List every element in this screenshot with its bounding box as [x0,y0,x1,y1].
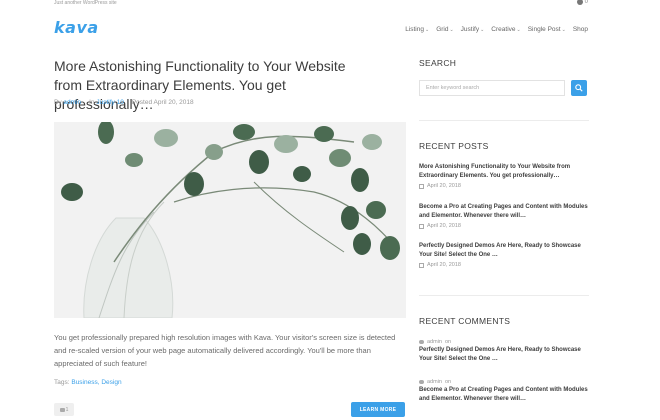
search-widget-title: SEARCH [419,58,457,68]
post-excerpt: You get professionally prepared high res… [54,333,396,368]
comment-icon [419,380,424,384]
nav-item-creative[interactable]: Creative ⌄ [491,26,520,33]
comment-author-line: admin on [419,339,589,345]
date-text: April 20, 2018 [427,223,461,229]
calendar-icon [419,223,424,229]
post-category-meta: In Justify 10 [89,99,124,106]
recent-post-date: April 20, 2018 [419,183,589,189]
nav-label: Listing [405,26,424,33]
nav-item-listing[interactable]: Listing ⌄ [405,26,429,33]
recent-post-title[interactable]: Become a Pro at Creating Pages and Conte… [419,203,589,221]
recent-comment-item: admin on Perfectly Designed Demos Are Her… [419,339,589,364]
comment-post-link[interactable]: Perfectly Designed Demos Are Here, Ready… [419,346,589,364]
comment-icon [419,340,424,344]
calendar-icon [419,262,424,268]
recent-post-title[interactable]: More Astonishing Functionality to Your W… [419,163,589,181]
recent-post-date: April 20, 2018 [419,262,589,268]
comment-post-link[interactable]: Become a Pro at Creating Pages and Conte… [419,386,589,404]
comment-icon [59,407,65,412]
nav-item-shop[interactable]: Shop [573,26,588,33]
eucalyptus-vase-illustration [54,122,406,318]
cart-button[interactable]: 0 [576,0,588,5]
nav-item-justify[interactable]: Justify ⌄ [461,26,485,33]
category-link[interactable]: Justify 10 [96,99,123,106]
recent-comment-item: admin on Become a Pro at Creating Pages a… [419,379,589,404]
recent-post-item[interactable]: Become a Pro at Creating Pages and Conte… [419,203,589,229]
comment-author: admin [427,379,442,385]
main-nav: Listing ⌄ Grid ⌄ Justify ⌄ Creative ⌄ Single… [405,26,588,33]
recent-post-item[interactable]: Perfectly Designed Demos Are Here, Ready… [419,242,589,268]
calendar-icon [419,183,424,189]
widget-divider [419,295,589,296]
nav-item-single-post[interactable]: Single Post ⌄ [528,26,566,33]
site-logo[interactable]: kava [54,18,99,37]
posted-label: Posted [131,99,153,106]
learn-more-button[interactable]: LEARN MORE [351,402,405,417]
tags-links[interactable]: Business, Design [71,379,121,386]
site-tagline: Just another WordPress site [54,0,117,6]
author-link[interactable]: admin [63,99,81,106]
post-author-meta: By admin [54,99,81,106]
recent-comments-title: RECENT COMMENTS [419,316,511,326]
comment-author: admin [427,339,442,345]
nav-label: Grid [436,26,449,33]
comment-count: 1 [65,406,69,413]
recent-post-title[interactable]: Perfectly Designed Demos Are Here, Ready… [419,242,589,260]
recent-posts-title: RECENT POSTS [419,141,489,151]
chevron-down-icon: ⌄ [480,26,485,33]
comment-on-label: on [444,339,452,345]
post-meta: By admin In Justify 10 Posted April 20, … [54,99,194,106]
recent-post-item[interactable]: More Astonishing Functionality to Your W… [419,163,589,189]
date-text: April 20, 2018 [427,262,461,268]
nav-label: Single Post [527,26,561,33]
recent-post-date: April 20, 2018 [419,223,589,229]
by-label: By [54,99,62,106]
cart-count: 0 [584,0,588,5]
comments-button[interactable]: 1 [54,403,74,416]
widget-divider [419,120,589,121]
search-icon [575,84,583,92]
nav-label: Creative [491,26,516,33]
chevron-down-icon: ⌄ [449,26,454,33]
in-label: In [89,99,95,106]
top-bar: Just another WordPress site 0 [54,0,590,10]
post-date-meta: Posted April 20, 2018 [132,99,194,106]
post-date: April 20, 2018 [153,99,194,106]
date-text: April 20, 2018 [427,183,461,189]
comment-on-label: on [444,379,452,385]
chevron-down-icon: ⌄ [561,26,566,33]
comment-author-line: admin on [419,379,589,385]
nav-item-grid[interactable]: Grid ⌄ [436,26,453,33]
cart-icon [576,0,583,5]
chevron-down-icon: ⌄ [424,26,430,33]
search-input[interactable]: Enter keyword search [419,80,565,96]
nav-label: Shop [572,26,588,33]
featured-image[interactable] [54,122,406,318]
search-button[interactable] [571,80,587,96]
chevron-down-icon: ⌄ [516,26,521,33]
tags-label: Tags: [54,379,70,386]
post-tags: Tags: Business, Design [54,379,122,386]
nav-label: Justify [460,26,480,33]
